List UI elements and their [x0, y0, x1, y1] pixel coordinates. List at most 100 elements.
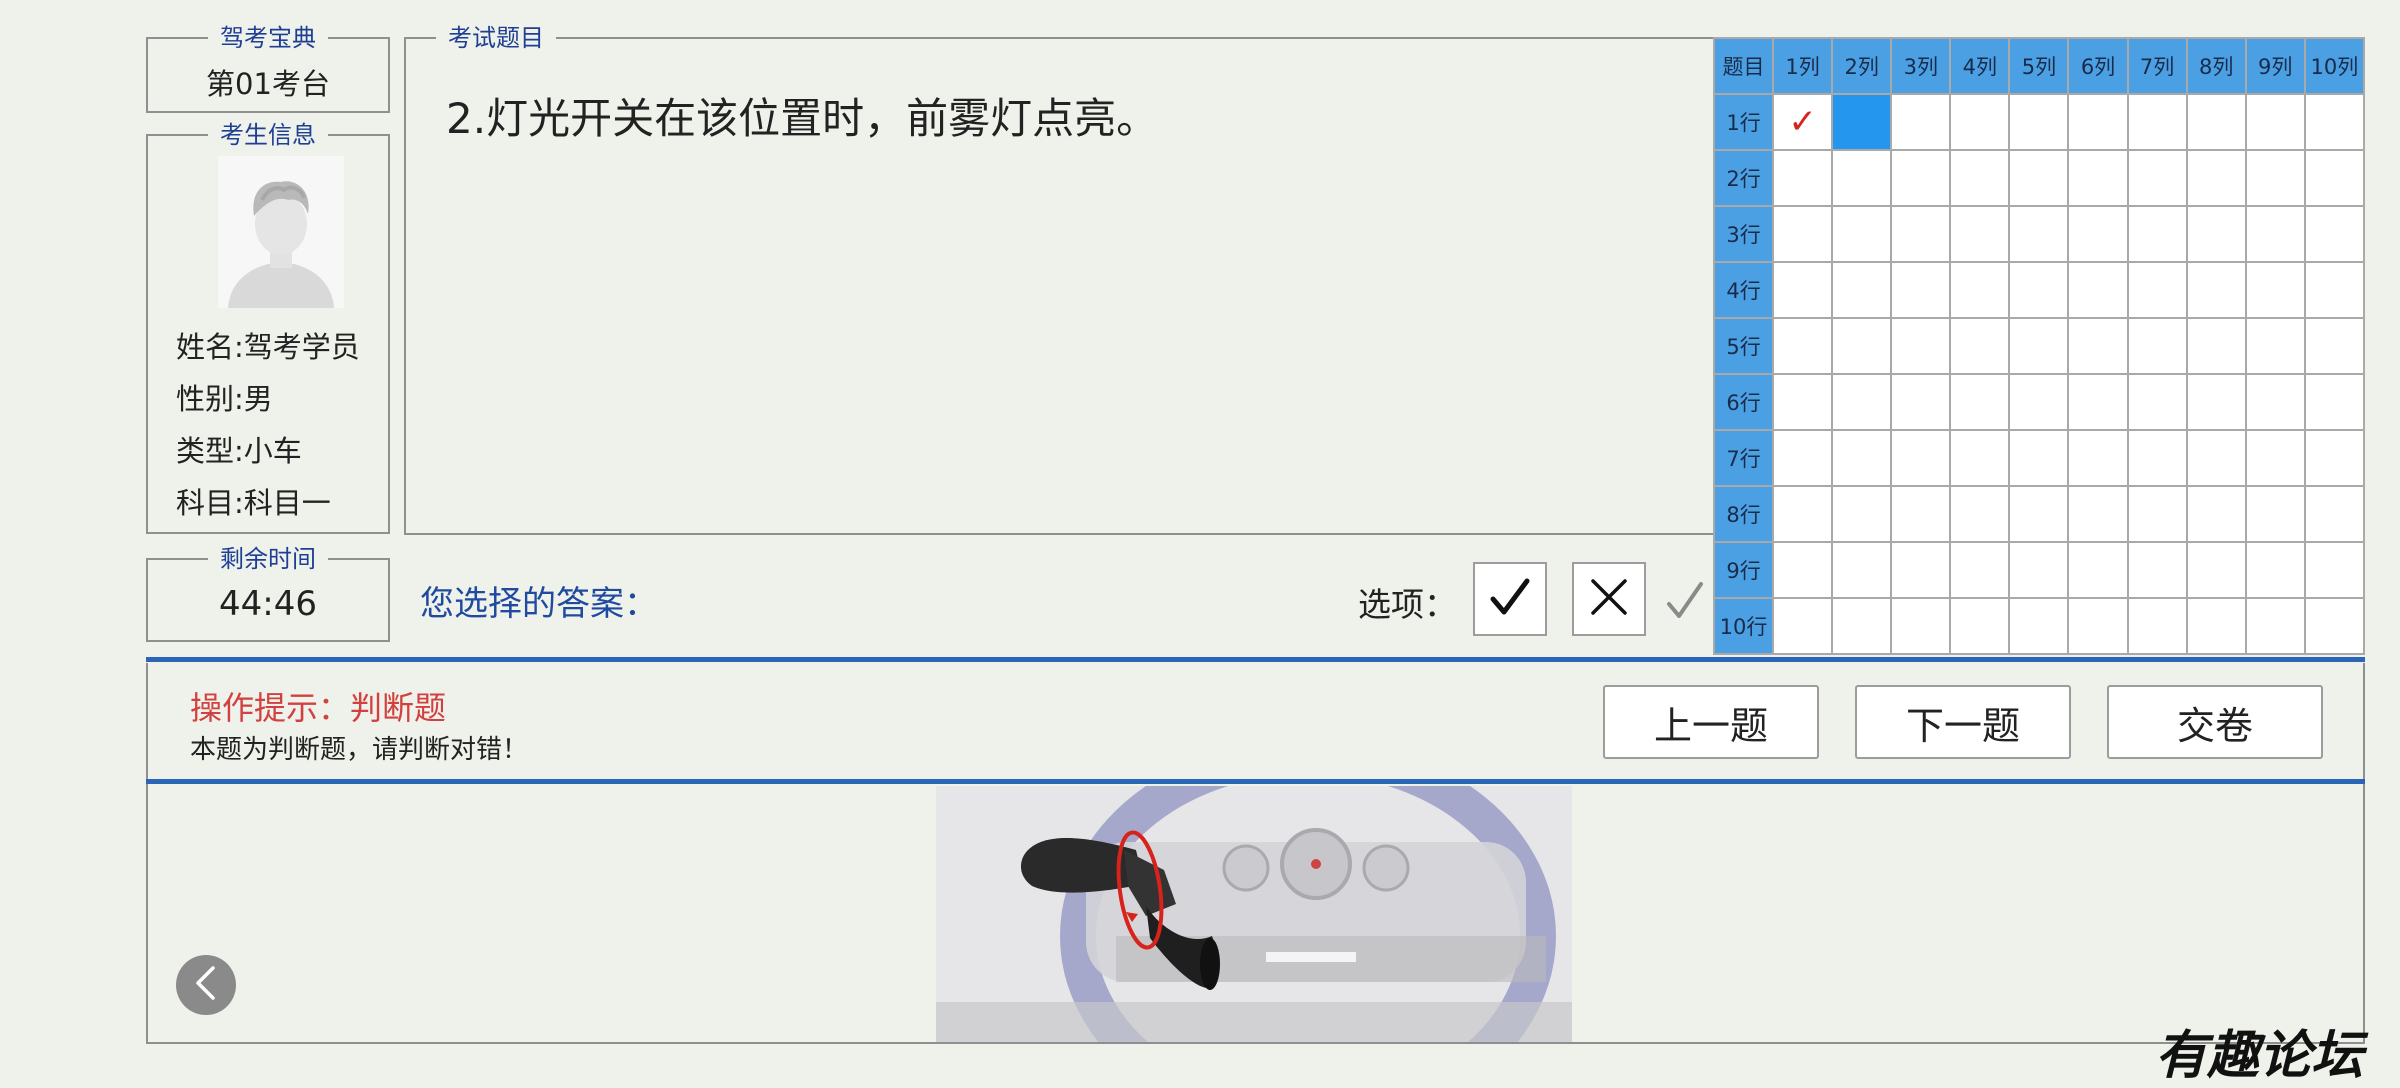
question-cell[interactable]	[2067, 261, 2129, 319]
question-cell[interactable]	[1890, 597, 1952, 655]
option-false-button[interactable]	[1572, 562, 1646, 636]
submit-exam-button[interactable]: 交卷	[2107, 685, 2323, 759]
question-cell[interactable]	[2008, 429, 2070, 487]
question-cell[interactable]	[1831, 261, 1893, 319]
question-cell[interactable]	[2008, 205, 2070, 263]
question-cell[interactable]	[2008, 597, 2070, 655]
question-cell[interactable]	[2126, 93, 2188, 151]
question-cell[interactable]	[2067, 317, 2129, 375]
question-cell[interactable]	[1831, 597, 1893, 655]
question-cell[interactable]	[2185, 317, 2247, 375]
question-cell[interactable]	[1772, 429, 1834, 487]
question-cell[interactable]	[2126, 597, 2188, 655]
question-cell[interactable]	[2067, 541, 2129, 599]
question-cell[interactable]	[1772, 541, 1834, 599]
question-cell[interactable]	[2244, 205, 2306, 263]
question-cell[interactable]	[1949, 317, 2011, 375]
question-cell[interactable]	[1949, 541, 2011, 599]
question-cell[interactable]	[1890, 429, 1952, 487]
question-cell[interactable]	[2303, 205, 2366, 263]
question-cell[interactable]	[2126, 261, 2188, 319]
question-cell[interactable]	[2126, 373, 2188, 431]
question-cell[interactable]	[2126, 429, 2188, 487]
question-cell[interactable]	[2067, 149, 2129, 207]
question-cell[interactable]	[2185, 597, 2247, 655]
question-cell[interactable]	[1890, 373, 1952, 431]
question-cell[interactable]	[1831, 373, 1893, 431]
question-cell[interactable]	[1949, 149, 2011, 207]
question-cell[interactable]	[1890, 93, 1952, 151]
question-cell[interactable]	[2244, 429, 2306, 487]
question-cell[interactable]	[1831, 93, 1893, 151]
question-cell[interactable]	[2244, 597, 2306, 655]
question-cell[interactable]	[1890, 205, 1952, 263]
question-cell[interactable]: ✓	[1772, 93, 1834, 151]
question-cell[interactable]	[2067, 485, 2129, 543]
question-cell[interactable]	[1831, 429, 1893, 487]
question-cell[interactable]	[2008, 541, 2070, 599]
question-cell[interactable]	[1831, 317, 1893, 375]
question-cell[interactable]	[2067, 429, 2129, 487]
question-cell[interactable]	[1949, 261, 2011, 319]
question-cell[interactable]	[1831, 485, 1893, 543]
question-cell[interactable]	[2244, 485, 2306, 543]
question-cell[interactable]	[2303, 261, 2366, 319]
question-cell[interactable]	[2185, 149, 2247, 207]
question-cell[interactable]	[2303, 541, 2366, 599]
question-cell[interactable]	[1772, 149, 1834, 207]
question-cell[interactable]	[2303, 317, 2366, 375]
question-cell[interactable]	[2126, 317, 2188, 375]
question-cell[interactable]	[2303, 429, 2366, 487]
question-cell[interactable]	[2244, 149, 2306, 207]
question-cell[interactable]	[1949, 93, 2011, 151]
question-cell[interactable]	[1772, 205, 1834, 263]
option-true-button[interactable]	[1473, 562, 1547, 636]
question-cell[interactable]	[2067, 205, 2129, 263]
question-cell[interactable]	[1831, 205, 1893, 263]
question-cell[interactable]	[2185, 261, 2247, 319]
question-cell[interactable]	[1890, 541, 1952, 599]
question-cell[interactable]	[1890, 485, 1952, 543]
question-cell[interactable]	[2126, 149, 2188, 207]
question-cell[interactable]	[1772, 485, 1834, 543]
question-cell[interactable]	[2244, 541, 2306, 599]
question-cell[interactable]	[2008, 261, 2070, 319]
question-cell[interactable]	[1890, 261, 1952, 319]
question-cell[interactable]	[2303, 93, 2366, 151]
question-cell[interactable]	[2185, 373, 2247, 431]
question-cell[interactable]	[2008, 317, 2070, 375]
question-cell[interactable]	[2008, 485, 2070, 543]
question-cell[interactable]	[2303, 485, 2366, 543]
question-cell[interactable]	[2185, 205, 2247, 263]
question-cell[interactable]	[2185, 485, 2247, 543]
question-cell[interactable]	[2126, 541, 2188, 599]
question-cell[interactable]	[2244, 317, 2306, 375]
question-cell[interactable]	[2185, 541, 2247, 599]
next-question-button[interactable]: 下一题	[1855, 685, 2071, 759]
question-cell[interactable]	[1890, 317, 1952, 375]
question-cell[interactable]	[2008, 93, 2070, 151]
question-cell[interactable]	[1772, 317, 1834, 375]
question-cell[interactable]	[1772, 261, 1834, 319]
question-cell[interactable]	[1831, 541, 1893, 599]
question-cell[interactable]	[2185, 93, 2247, 151]
prev-question-button[interactable]: 上一题	[1603, 685, 1819, 759]
question-cell[interactable]	[1949, 205, 2011, 263]
question-cell[interactable]	[2303, 149, 2366, 207]
question-cell[interactable]	[1772, 597, 1834, 655]
question-cell[interactable]	[2126, 205, 2188, 263]
question-cell[interactable]	[1949, 597, 2011, 655]
question-cell[interactable]	[2008, 149, 2070, 207]
question-cell[interactable]	[1949, 429, 2011, 487]
question-cell[interactable]	[1890, 149, 1952, 207]
question-cell[interactable]	[2303, 597, 2366, 655]
question-cell[interactable]	[1831, 149, 1893, 207]
question-cell[interactable]	[2126, 485, 2188, 543]
question-cell[interactable]	[2008, 373, 2070, 431]
question-cell[interactable]	[2303, 373, 2366, 431]
question-cell[interactable]	[2185, 429, 2247, 487]
question-cell[interactable]	[1949, 373, 2011, 431]
question-cell[interactable]	[1772, 373, 1834, 431]
question-cell[interactable]	[1949, 485, 2011, 543]
question-cell[interactable]	[2067, 597, 2129, 655]
